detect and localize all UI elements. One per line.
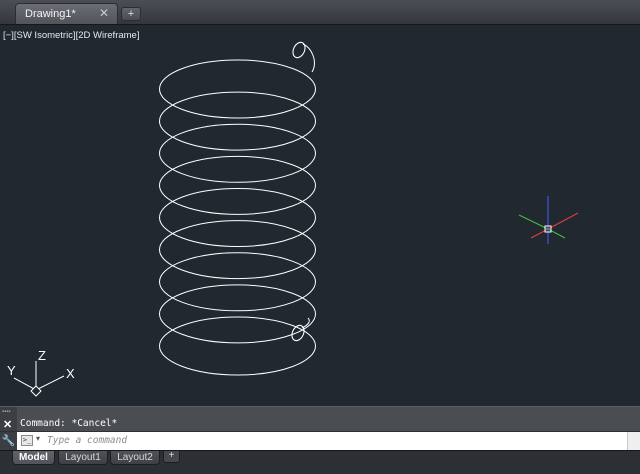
new-drawing-tab-button[interactable]: + <box>121 7 141 21</box>
command-input[interactable] <box>45 433 619 448</box>
add-layout-button[interactable]: + <box>163 451 180 463</box>
command-line-scrollbar[interactable] <box>627 432 640 450</box>
helix-bottom-end-loop[interactable] <box>290 323 307 342</box>
helix-coil[interactable] <box>159 59 316 119</box>
close-command-line-icon[interactable]: ✕ <box>3 418 12 431</box>
visual-style-menu[interactable]: 2D Wireframe <box>78 30 137 41</box>
drawing-viewport[interactable]: Z Y X <box>0 25 640 406</box>
helix-coil[interactable] <box>159 252 316 312</box>
viewport-bracket-close: ] <box>136 30 140 41</box>
grip-handle-icon[interactable]: ▪▪▪▪ <box>2 409 11 415</box>
ucs-x-label: X <box>66 366 75 381</box>
helix-spring[interactable] <box>159 43 316 376</box>
layout-tab-bar: Model Layout1 Layout2 + <box>0 450 640 474</box>
tab-layout2[interactable]: Layout2 <box>110 451 160 465</box>
recent-commands-dropdown-icon[interactable]: ▾ <box>36 434 40 443</box>
helix-coil[interactable] <box>159 316 316 376</box>
crosshair-cursor <box>518 196 579 244</box>
customize-wrench-icon[interactable]: 🔧 <box>0 432 17 450</box>
command-history-text: Command: *Cancel* <box>20 418 118 429</box>
drawing-tab-label: Drawing1* <box>25 8 76 20</box>
document-tab-bar: Drawing1* ✕ + <box>0 0 640 25</box>
helix-coil[interactable] <box>159 188 316 247</box>
ucs-y-label: Y <box>7 363 16 378</box>
helix-top-end-loop[interactable] <box>291 40 308 59</box>
command-line-grip[interactable]: ▪▪▪▪ ✕ <box>0 407 17 431</box>
command-input-row: 🔧 >_ ▾ <box>0 431 640 450</box>
view-cube-menu[interactable]: SW Isometric <box>16 30 72 41</box>
viewport-controls: [−][SW Isometric][2D Wireframe] <box>3 30 139 41</box>
helix-coil[interactable] <box>159 123 316 183</box>
tab-model[interactable]: Model <box>12 451 55 465</box>
drawing-canvas[interactable]: Z Y X <box>0 25 640 406</box>
helix-coil[interactable] <box>159 91 316 151</box>
drawing-tab[interactable]: Drawing1* ✕ <box>15 3 118 24</box>
ucs-z-label: Z <box>38 348 46 363</box>
ucs-icon: Z Y X <box>7 348 75 397</box>
close-tab-icon[interactable]: ✕ <box>99 6 109 20</box>
helix-coil[interactable] <box>159 155 316 215</box>
command-prompt-icon[interactable]: >_ <box>21 435 33 446</box>
helix-coil[interactable] <box>159 220 316 280</box>
command-history: ▪▪▪▪ ✕ Command: *Cancel* <box>0 406 640 431</box>
tab-layout1[interactable]: Layout1 <box>58 451 108 465</box>
